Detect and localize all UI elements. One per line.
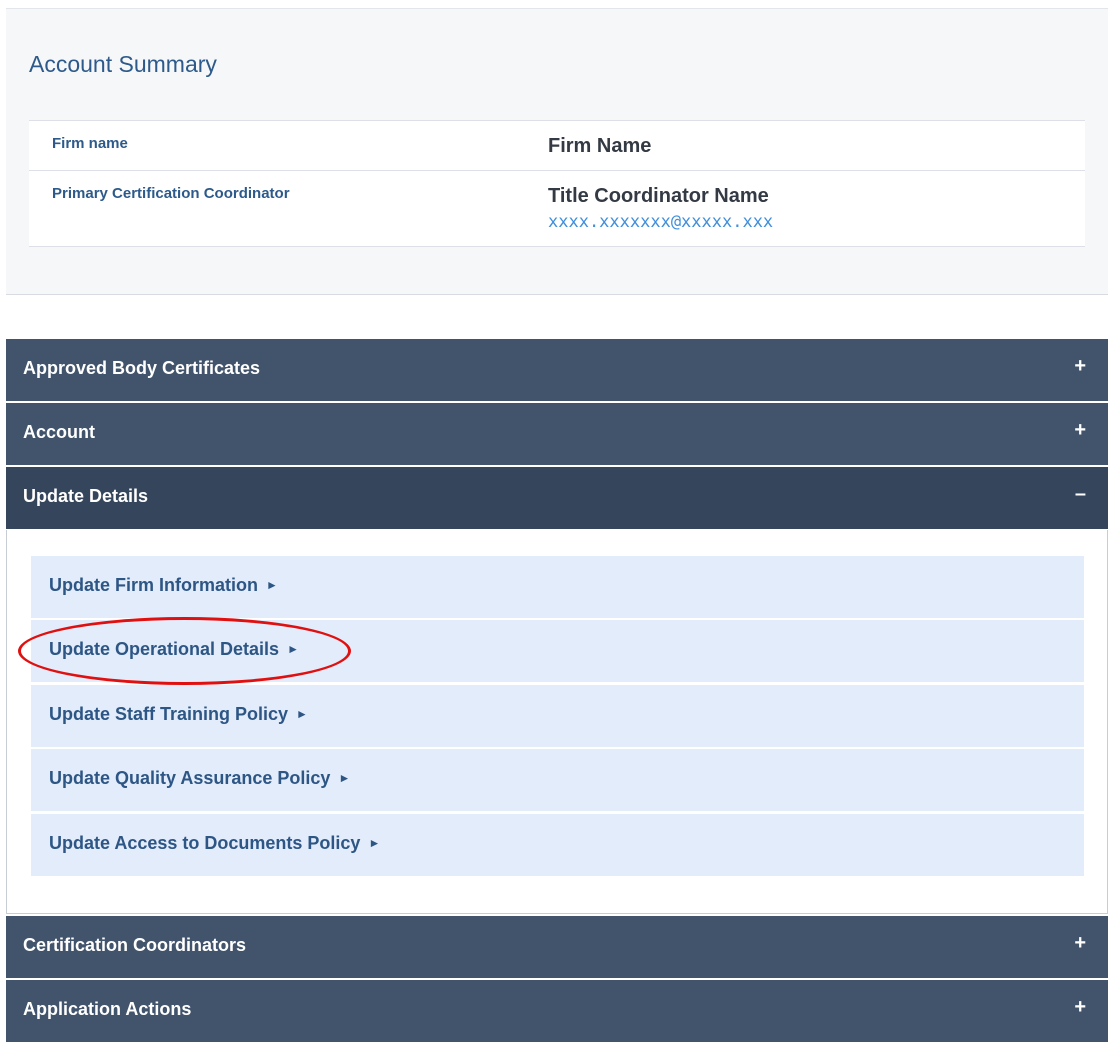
accordion-header-approved-body-certificates[interactable]: Approved Body Certificates + xyxy=(6,339,1108,401)
link-label-wrapper: Update Operational Details ► xyxy=(49,639,299,660)
firm-name-row: Firm name Firm Name xyxy=(29,120,1085,170)
update-access-to-documents-policy-link[interactable]: Update Access to Documents Policy ► xyxy=(31,814,1084,876)
link-label-wrapper: Update Firm Information ► xyxy=(49,575,278,596)
accordion-title: Update Details xyxy=(23,486,149,506)
primary-coordinator-row: Primary Certification Coordinator Title … xyxy=(29,170,1085,247)
link-label-wrapper: Update Staff Training Policy ► xyxy=(49,704,308,725)
accordion-title: Account xyxy=(23,422,95,442)
firm-name-label: Firm name xyxy=(52,135,128,152)
link-label-wrapper: Update Access to Documents Policy ► xyxy=(49,833,380,854)
link-label: Update Staff Training Policy xyxy=(49,704,289,724)
link-label: Update Access to Documents Policy xyxy=(49,833,361,853)
play-arrow-icon: ► xyxy=(287,642,299,656)
primary-coordinator-email-link[interactable]: xxxx.xxxxxxx@xxxxx.xxx xyxy=(548,212,773,232)
update-operational-details-link[interactable]: Update Operational Details ► xyxy=(31,620,1084,682)
expand-plus-icon[interactable]: + xyxy=(1074,356,1086,376)
update-firm-information-link[interactable]: Update Firm Information ► xyxy=(31,556,1084,618)
link-label: Update Firm Information xyxy=(49,575,259,595)
link-label: Update Quality Assurance Policy xyxy=(49,768,331,788)
play-arrow-icon: ► xyxy=(338,771,351,785)
account-summary-panel: Account Summary Firm name Firm Name Prim… xyxy=(6,8,1108,295)
firm-name-value: Firm Name xyxy=(548,135,652,157)
accordion-header-update-details[interactable]: Update Details – xyxy=(6,467,1108,529)
expand-plus-icon[interactable]: + xyxy=(1074,933,1086,953)
link-label-wrapper: Update Quality Assurance Policy ► xyxy=(49,768,350,789)
play-arrow-icon: ► xyxy=(266,578,278,592)
page-root: Account Summary Firm name Firm Name Prim… xyxy=(0,0,1116,1055)
accordion-title: Approved Body Certificates xyxy=(23,358,261,378)
accordion-header-application-actions[interactable]: Application Actions + xyxy=(6,980,1108,1042)
update-details-panel: Update Firm Information ► Update Operatio… xyxy=(6,530,1108,914)
primary-coordinator-label: Primary Certification Coordinator xyxy=(52,185,290,202)
collapse-minus-icon[interactable]: – xyxy=(1075,484,1086,504)
expand-plus-icon[interactable]: + xyxy=(1074,420,1086,440)
expand-plus-icon[interactable]: + xyxy=(1074,997,1086,1017)
accordion-header-account[interactable]: Account + xyxy=(6,403,1108,465)
update-staff-training-policy-link[interactable]: Update Staff Training Policy ► xyxy=(31,685,1084,747)
link-label: Update Operational Details xyxy=(49,639,280,659)
play-arrow-icon: ► xyxy=(296,707,308,721)
accordion-header-certification-coordinators[interactable]: Certification Coordinators + xyxy=(6,916,1108,978)
accordion-title: Certification Coordinators xyxy=(23,935,247,955)
update-quality-assurance-policy-link[interactable]: Update Quality Assurance Policy ► xyxy=(31,749,1084,811)
account-summary-title: Account Summary xyxy=(29,51,217,77)
primary-coordinator-name: Title Coordinator Name xyxy=(548,185,769,207)
play-arrow-icon: ► xyxy=(368,836,381,850)
accordion-title: Application Actions xyxy=(23,999,192,1019)
account-summary-table: Firm name Firm Name Primary Certificatio… xyxy=(29,120,1085,247)
